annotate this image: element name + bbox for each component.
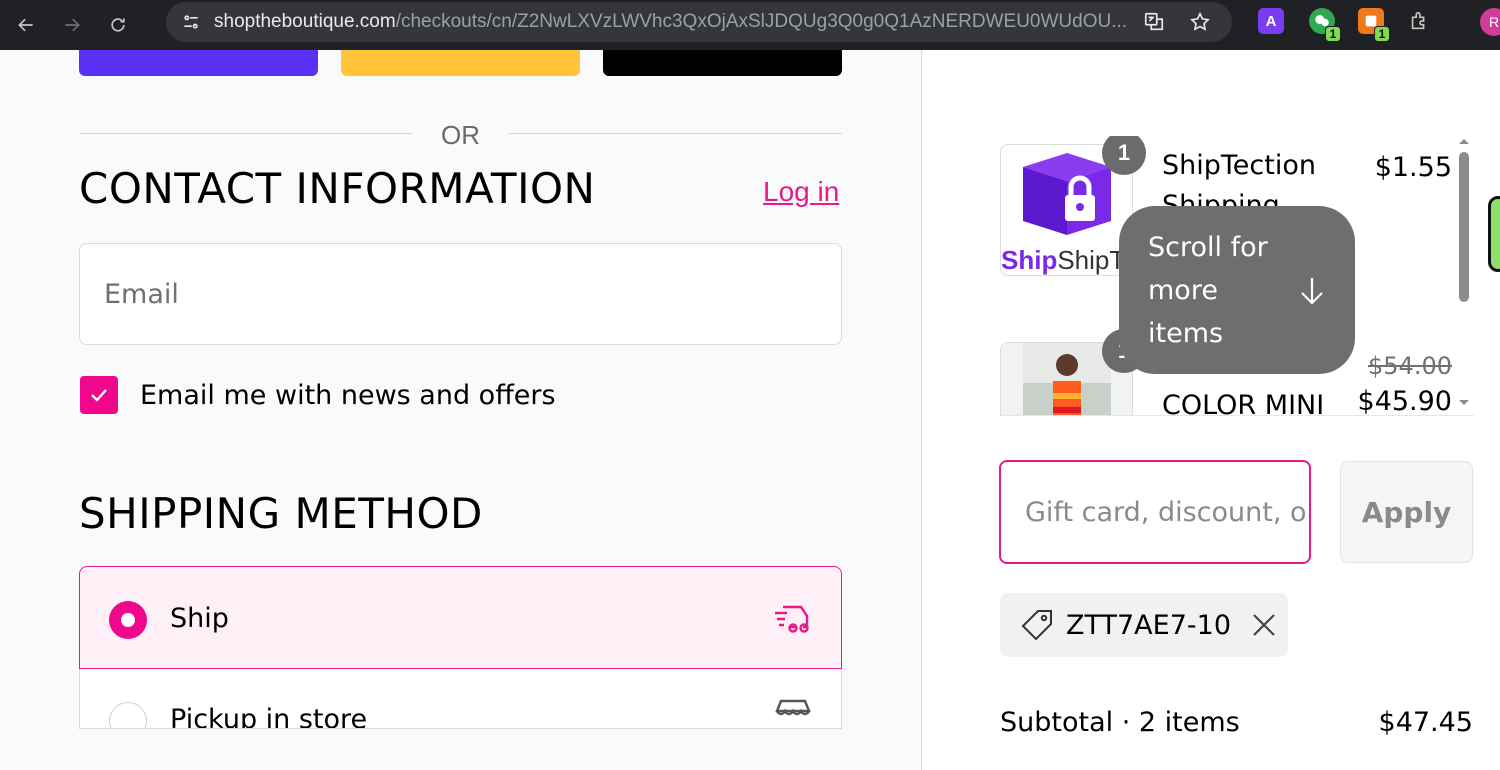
or-divider: OR [79,118,842,150]
log-in-link[interactable]: Log in [763,176,839,208]
item-price: $54.00 $45.90 [1357,352,1452,416]
bookmark-star-icon[interactable] [1188,10,1212,34]
subtotal-label: Subtotal · 2 items [1000,707,1240,738]
discount-code-input[interactable]: Gift card, discount, or [999,460,1311,564]
pickup-radio[interactable] [109,702,147,728]
url-text: shoptheboutique.com/checkouts/cn/Z2NwLXV… [214,11,1128,32]
apply-button[interactable]: Apply [1340,461,1473,563]
pickup-label: Pickup in store [170,704,368,729]
shipping-heading: SHIPPING METHOD [79,489,483,538]
or-text: OR [441,120,480,150]
extension-chat-icon[interactable]: 1 [1309,8,1341,42]
floating-widget-edge[interactable] [1488,196,1500,272]
ship-radio[interactable] [109,601,147,639]
shipping-option-pickup[interactable]: Pickup in store [79,669,842,729]
shiptection-brand-text: ShipShipTectio [1001,245,1132,275]
original-price: $54.00 [1368,352,1452,380]
browser-toolbar: shoptheboutique.com/checkouts/cn/Z2NwLXV… [0,0,1500,50]
item-quantity-badge: 1 [1102,136,1146,175]
back-icon[interactable] [6,5,46,45]
paypal-button[interactable] [341,50,580,76]
scrollbar-thumb[interactable] [1459,152,1469,302]
extension-a-icon[interactable]: A [1258,8,1284,34]
subtotal-value: $47.45 [1378,707,1473,738]
sale-price: $45.90 [1357,386,1452,416]
translate-icon[interactable] [1142,10,1166,34]
email-field[interactable]: Email [79,243,842,345]
scroll-up-icon[interactable] [1457,136,1471,146]
reload-icon[interactable] [98,5,138,45]
extensions-puzzle-icon[interactable] [1406,8,1432,34]
shipping-option-ship[interactable]: Ship [79,566,842,669]
newsletter-label: Email me with news and offers [140,380,556,411]
gpay-button[interactable] [603,50,842,76]
applied-discount-chip: ZTT7AE7-10 [1000,593,1288,657]
truck-icon [775,605,809,633]
item-price: $1.55 [1374,152,1452,183]
checkmark-icon [91,389,107,402]
site-info-icon[interactable] [178,9,204,35]
arrow-down-icon [1301,278,1323,305]
address-bar[interactable]: shoptheboutique.com/checkouts/cn/Z2NwLXV… [166,2,1232,42]
tag-icon [1021,610,1052,641]
contact-heading: CONTACT INFORMATION [79,164,596,213]
ship-label: Ship [170,603,229,634]
extension-orange-icon[interactable]: 1 [1358,8,1390,42]
shop-pay-button[interactable] [79,50,318,76]
remove-discount-icon[interactable] [1251,612,1277,638]
discount-code-text: ZTT7AE7-10 [1066,609,1231,641]
scroll-down-icon[interactable] [1457,398,1471,408]
store-icon [775,699,811,716]
scroll-hint-tooltip[interactable]: Scroll for more items [1119,206,1355,374]
forward-icon[interactable] [52,5,92,45]
profile-avatar[interactable]: R [1480,8,1500,36]
newsletter-checkbox[interactable] [80,376,118,414]
